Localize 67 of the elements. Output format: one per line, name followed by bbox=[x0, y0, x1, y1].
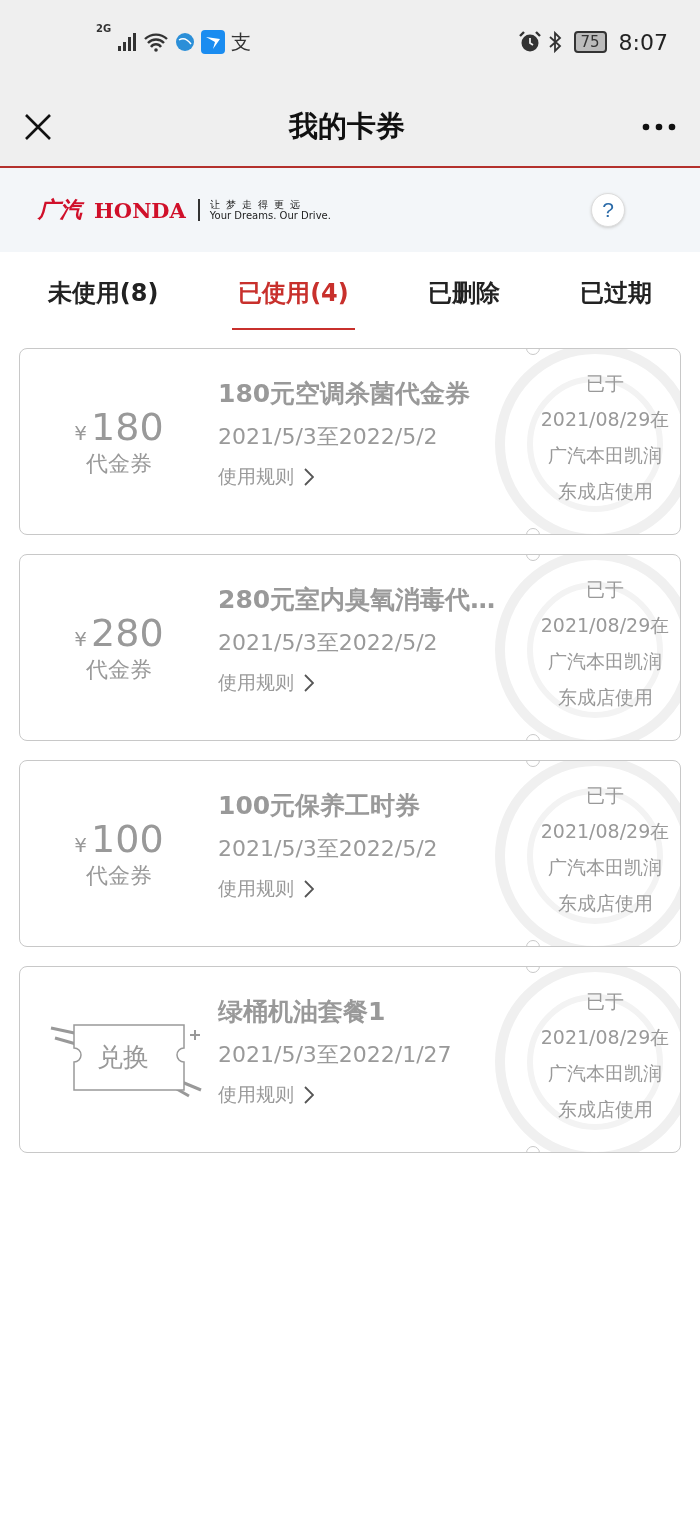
help-button[interactable]: ? bbox=[591, 193, 625, 227]
currency-sign: ¥ bbox=[74, 420, 88, 445]
wifi-icon bbox=[143, 32, 170, 52]
close-icon bbox=[24, 113, 52, 141]
slogan-text: Your Dreams. Our Drive. bbox=[209, 210, 331, 221]
usage-status: 2021/08/29在 bbox=[540, 613, 670, 638]
wing-app-icon bbox=[201, 30, 226, 54]
coupon-type: 代金券 bbox=[86, 861, 152, 890]
usage-status: 广汽本田凯润 bbox=[548, 1061, 662, 1086]
chevron-icon bbox=[304, 1086, 314, 1104]
coupon-title: 绿桶机油套餐1 bbox=[218, 996, 387, 1028]
validity-period: 2021/5/3至2022/5/2 bbox=[218, 423, 439, 451]
currency-sign: ¥ bbox=[74, 832, 88, 857]
usage-status: 2021/08/29在 bbox=[540, 1025, 670, 1050]
usage-status: 已于 bbox=[586, 577, 624, 602]
coupon-card[interactable]: 兑换 绿桶机油套餐1 2021/5/3至2022/1/27 使用规则 已于 2021/08/29在 广汽本田凯润 东成店使用 bbox=[19, 966, 681, 1153]
validity-period: 2021/5/3至2022/1/27 bbox=[218, 1041, 453, 1069]
coupon-title: 180元空调杀菌代金券 bbox=[218, 378, 472, 410]
coupon-amount: 100 bbox=[91, 816, 164, 861]
usage-status: 东成店使用 bbox=[557, 891, 653, 916]
usage-status: 2021/08/29在 bbox=[540, 407, 670, 432]
globe-icon bbox=[175, 32, 196, 52]
chevron-icon bbox=[304, 468, 314, 486]
chevron-icon bbox=[304, 674, 314, 692]
usage-status: 已于 bbox=[586, 989, 624, 1014]
usage-status: 已于 bbox=[586, 783, 624, 808]
usage-status: 2021/08/29在 bbox=[540, 819, 670, 844]
bluetooth-icon bbox=[547, 31, 562, 53]
rules-link[interactable]: 使用规则 bbox=[218, 464, 530, 490]
coupon-title: 280元室内臭氧消毒代… bbox=[218, 584, 497, 616]
coupon-type: 代金券 bbox=[86, 449, 152, 478]
page-title: 我的卡券 bbox=[289, 108, 405, 145]
rules-link[interactable]: 使用规则 bbox=[218, 670, 530, 696]
coupon-title: 100元保养工时券 bbox=[218, 790, 422, 822]
usage-status: 广汽本田凯润 bbox=[548, 443, 662, 468]
slogan-text: 让梦走得更远 bbox=[209, 199, 307, 210]
usage-status: 广汽本田凯润 bbox=[548, 855, 662, 880]
signal-icon bbox=[117, 32, 138, 52]
app-icon: 支 bbox=[231, 28, 252, 56]
coupon-card[interactable]: ¥100 代金券 100元保养工时券 2021/5/3至2022/5/2 使用规则 已于 2021/08/29在 广汽本田凯润 东成店使用 bbox=[19, 760, 681, 947]
brand-name: HONDA bbox=[94, 197, 186, 223]
tab[interactable]: 已删除 bbox=[422, 252, 507, 330]
usage-status: 广汽本田凯润 bbox=[548, 649, 662, 674]
coupon-card[interactable]: ¥180 代金券 180元空调杀菌代金券 2021/5/3至2022/5/2 使用规则 已于 2021/08/29在 广汽本田凯润 东成店使用 bbox=[19, 348, 681, 535]
coupon-type: 代金券 bbox=[86, 655, 152, 684]
battery-indicator: 75 bbox=[573, 31, 607, 53]
alarm-icon bbox=[517, 31, 542, 53]
coupon-card[interactable]: ¥280 代金券 280元室内臭氧消毒代… 2021/5/3至2022/5/2 使用规则 已于 2021/08/29在 广汽本田凯润 东成店使用 bbox=[19, 554, 681, 741]
tab[interactable]: 已过期 bbox=[574, 252, 659, 330]
rules-link[interactable]: 使用规则 bbox=[218, 1082, 530, 1108]
coupon-amount: 280 bbox=[91, 610, 164, 655]
tab[interactable]: 已使用(4) bbox=[232, 252, 355, 330]
tab[interactable]: 未使用(8) bbox=[41, 252, 165, 330]
network-type: 2G bbox=[96, 22, 112, 34]
more-icon bbox=[642, 123, 676, 131]
usage-status: 东成店使用 bbox=[557, 1097, 653, 1122]
usage-status: 已于 bbox=[586, 371, 624, 396]
coupon-amount: 180 bbox=[91, 404, 164, 449]
validity-period: 2021/5/3至2022/5/2 bbox=[218, 835, 439, 863]
chevron-icon bbox=[304, 880, 314, 898]
usage-status: 东成店使用 bbox=[557, 685, 653, 710]
usage-status: 东成店使用 bbox=[557, 479, 653, 504]
currency-sign: ¥ bbox=[74, 626, 88, 651]
exchange-label: 兑换 bbox=[97, 1040, 149, 1074]
validity-period: 2021/5/3至2022/5/2 bbox=[218, 629, 439, 657]
clock-time: 8:07 bbox=[618, 29, 668, 55]
rules-link[interactable]: 使用规则 bbox=[218, 876, 530, 902]
